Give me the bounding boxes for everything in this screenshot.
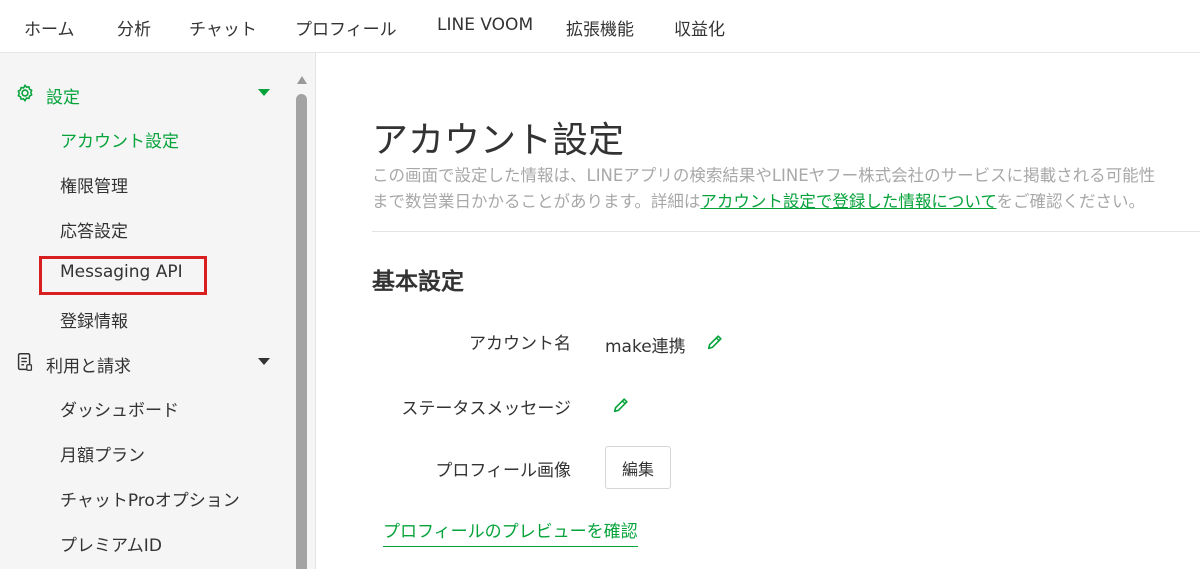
description-line-1: この画面で設定した情報は、LINEアプリの検索結果やLINEヤフー株式会社のサー… xyxy=(372,166,1156,185)
sidebar-item-premium-id[interactable]: プレミアムID xyxy=(60,531,162,556)
caret-down-icon xyxy=(258,358,270,365)
sidebar-item-registration-info[interactable]: 登録情報 xyxy=(60,307,128,332)
sidebar: 設定 アカウント設定 権限管理 応答設定 Messaging API 登録情報 … xyxy=(0,53,316,569)
basic-settings-title: 基本設定 xyxy=(372,269,464,295)
top-navigation: ホーム 分析 チャット プロフィール LINE VOOM 拡張機能 収益化 xyxy=(0,0,1200,53)
nav-line-voom[interactable]: LINE VOOM xyxy=(437,15,533,35)
page-description: この画面で設定した情報は、LINEアプリの検索結果やLINEヤフー株式会社のサー… xyxy=(372,163,1200,215)
nav-monetization[interactable]: 収益化 xyxy=(674,15,725,40)
description-prefix: まで数営業日かかることがあります。詳細は xyxy=(372,192,701,211)
pencil-edit-icon[interactable] xyxy=(706,333,724,351)
nav-home[interactable]: ホーム xyxy=(24,15,75,40)
sidebar-item-messaging-api[interactable]: Messaging API xyxy=(60,262,183,282)
divider xyxy=(372,231,1200,232)
status-message-label: ステータスメッセージ xyxy=(401,399,571,419)
nav-chat[interactable]: チャット xyxy=(189,15,257,40)
sidebar-item-permissions[interactable]: 権限管理 xyxy=(60,172,128,197)
sidebar-item-dashboard[interactable]: ダッシュボード xyxy=(60,396,179,421)
sidebar-item-chat-pro-option[interactable]: チャットProオプション xyxy=(60,486,240,511)
sidebar-section-billing[interactable]: 利用と請求 xyxy=(14,349,274,377)
profile-preview-link[interactable]: プロフィールのプレビューを確認 xyxy=(383,517,638,547)
scroll-up-arrow-icon[interactable] xyxy=(297,76,307,84)
caret-down-icon xyxy=(258,89,270,96)
sidebar-section-label: 設定 xyxy=(46,88,80,108)
sidebar-section-settings[interactable]: 設定 xyxy=(14,80,274,108)
account-name-value: make連携 xyxy=(605,337,686,357)
nav-analytics[interactable]: 分析 xyxy=(117,15,151,40)
main-content: アカウント設定 この画面で設定した情報は、LINEアプリの検索結果やLINEヤフ… xyxy=(317,53,1200,569)
sidebar-section-label: 利用と請求 xyxy=(46,357,131,377)
account-name-label: アカウント名 xyxy=(469,334,571,354)
page-title: アカウント設定 xyxy=(372,120,625,161)
gear-icon xyxy=(17,84,33,102)
sidebar-item-response-settings[interactable]: 応答設定 xyxy=(60,217,128,242)
description-line-2: まで数営業日かかることがあります。詳細はアカウント設定で登録した情報についてをご… xyxy=(372,189,1200,215)
sidebar-item-account-settings[interactable]: アカウント設定 xyxy=(60,127,179,152)
profile-image-label: プロフィール画像 xyxy=(435,461,571,481)
document-icon xyxy=(17,353,33,371)
account-info-help-link[interactable]: アカウント設定で登録した情報について xyxy=(700,192,996,211)
sidebar-item-monthly-plan[interactable]: 月額プラン xyxy=(60,441,145,466)
nav-profile[interactable]: プロフィール xyxy=(295,15,397,40)
description-suffix: をご確認ください。 xyxy=(996,192,1146,211)
nav-extensions[interactable]: 拡張機能 xyxy=(566,15,634,40)
scroll-thumb[interactable] xyxy=(296,94,307,569)
pencil-edit-icon[interactable] xyxy=(612,396,630,414)
sidebar-scrollbar[interactable] xyxy=(294,74,310,569)
edit-profile-image-button[interactable]: 編集 xyxy=(605,446,671,489)
